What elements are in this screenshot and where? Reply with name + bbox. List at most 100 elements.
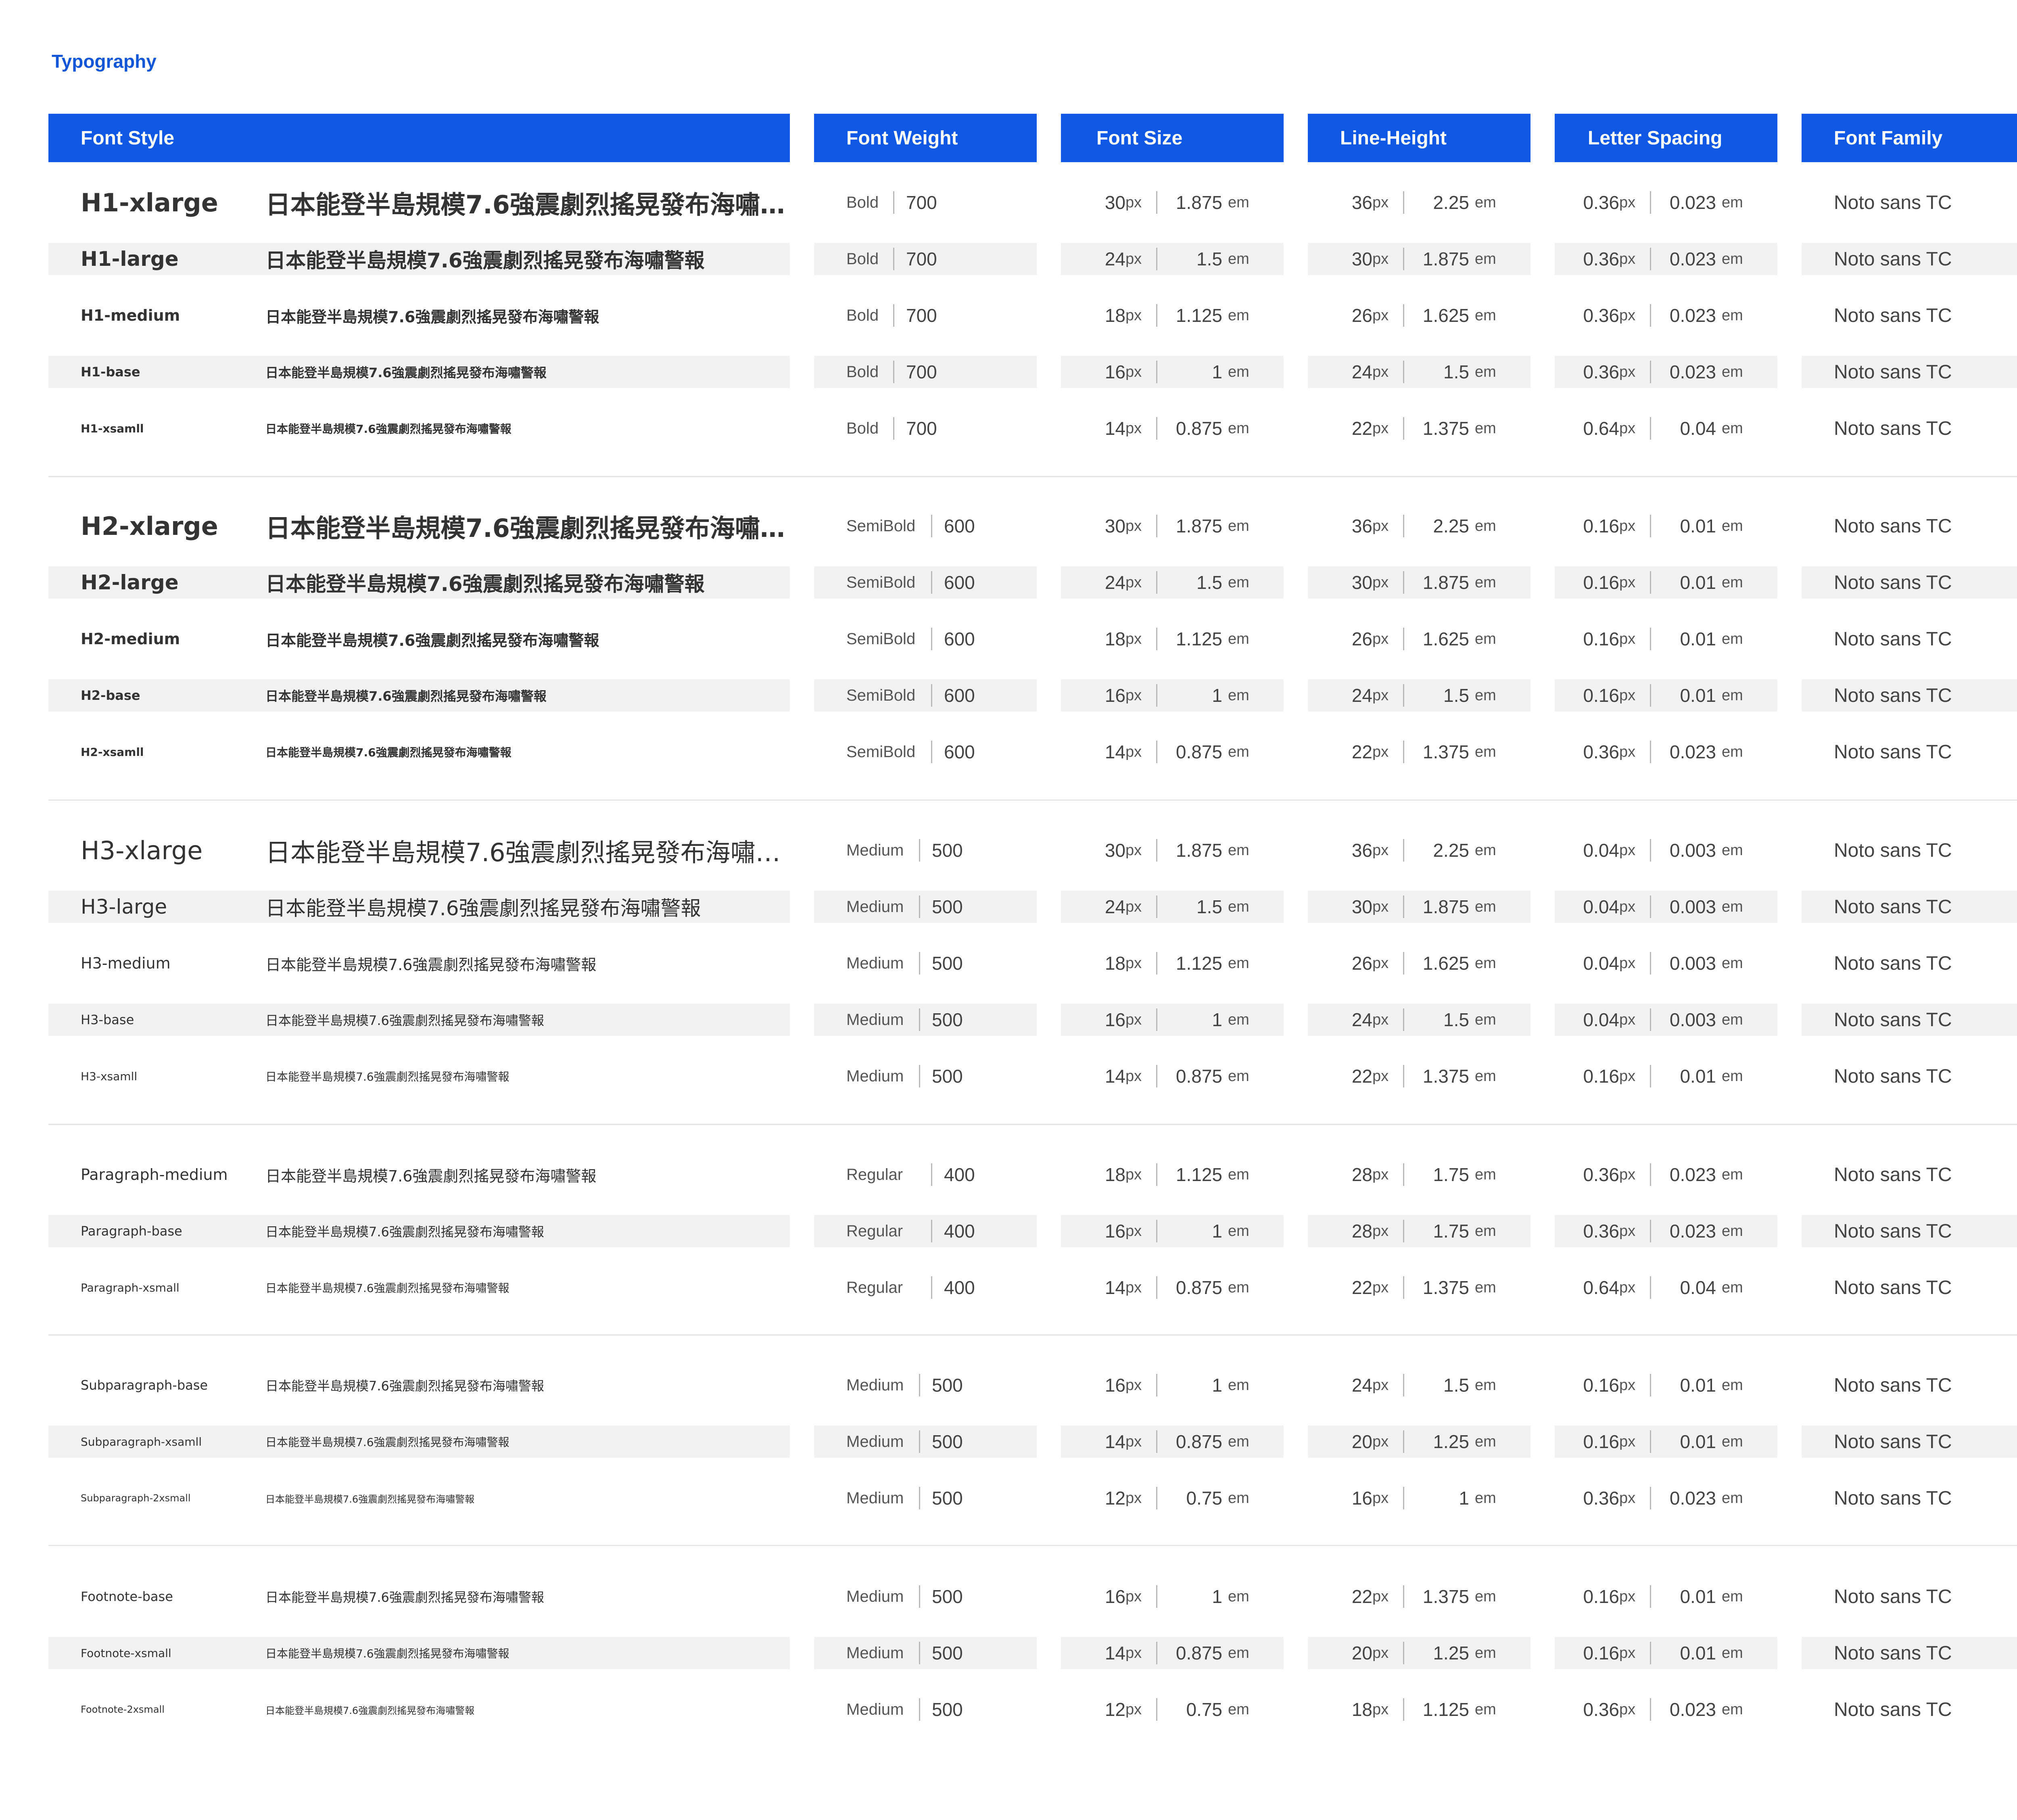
font-weight-cell: Medium 500 xyxy=(814,891,1037,923)
style-sample-text: 日本能登半島規模7.6強震劇烈搖晃發布海嘯警報 xyxy=(265,365,547,380)
font-style-cell: Subparagraph-xsamll 日本能登半島規模7.6強震劇烈搖晃發布海嘯… xyxy=(48,1426,790,1458)
font-size-cell-px-unit: px xyxy=(1125,194,1142,211)
font-size-cell-separator xyxy=(1156,1487,1157,1509)
line-height-cell-em-unit: em xyxy=(1475,743,1496,760)
line-height-cell-separator xyxy=(1403,1008,1404,1031)
letter-spacing-cell: 0.36 px 0.023 em xyxy=(1555,736,1777,768)
font-family-cell: Noto sans TC xyxy=(1802,1693,2017,1726)
font-weight-cell: Medium 500 xyxy=(814,1637,1037,1669)
line-height-cell-px-unit: px xyxy=(1372,1222,1389,1240)
font-family-cell: Noto sans TC xyxy=(1802,243,2017,275)
font-size-cell-em-unit: em xyxy=(1228,743,1249,760)
font-size-cell-em-unit: em xyxy=(1228,307,1249,324)
weight-separator xyxy=(893,248,894,270)
letter-spacing-cell: 0.16 px 0.01 em xyxy=(1555,1580,1777,1613)
line-height-cell-em-value: 1.875 xyxy=(1422,896,1469,917)
line-height-cell-em-value: 1.5 xyxy=(1443,361,1469,382)
line-height-cell-px-value: 30 xyxy=(1351,896,1372,917)
style-sample-text: 日本能登半島規模7.6強震劇烈搖晃發布海嘯警報 xyxy=(265,956,597,974)
font-size-cell-px-unit: px xyxy=(1125,1011,1142,1028)
weight-separator xyxy=(919,1430,920,1453)
line-height-cell-em-unit: em xyxy=(1475,307,1496,324)
font-size-cell-em-unit: em xyxy=(1228,1489,1249,1507)
letter-spacing-cell-separator xyxy=(1650,515,1651,537)
group-divider xyxy=(48,1334,2017,1336)
font-size-cell-px-unit: px xyxy=(1125,898,1142,915)
line-height-cell-px-value: 28 xyxy=(1351,1221,1372,1242)
font-size-cell: 16 px 1 em xyxy=(1061,1580,1284,1613)
letter-spacing-cell-em-value: 0.023 xyxy=(1669,741,1716,762)
font-size-cell: 16 px 1 em xyxy=(1061,1004,1284,1036)
line-height-cell-px-unit: px xyxy=(1372,630,1389,647)
font-size-cell-em-unit: em xyxy=(1228,898,1249,915)
style-name: H2-xlarge xyxy=(81,511,218,541)
font-size-cell-separator xyxy=(1156,839,1157,862)
font-family-value: Noto sans TC xyxy=(1834,248,1952,270)
letter-spacing-cell-px-unit: px xyxy=(1619,1376,1636,1394)
weight-separator xyxy=(919,1698,920,1721)
font-family-cell: Noto sans TC xyxy=(1802,1215,2017,1247)
line-height-cell-px-unit: px xyxy=(1372,1644,1389,1661)
style-name: H1-base xyxy=(81,364,140,380)
font-size-cell-px-value: 14 xyxy=(1105,741,1125,762)
letter-spacing-cell-em-value: 0.003 xyxy=(1669,896,1716,917)
font-family-value: Noto sans TC xyxy=(1834,1374,1952,1396)
font-weight-cell: Regular 400 xyxy=(814,1215,1037,1247)
style-sample-text: 日本能登半島規模7.6強震劇烈搖晃發布海嘯警報 xyxy=(265,190,786,219)
line-height-cell-em-unit: em xyxy=(1475,687,1496,704)
line-height-cell: 18 px 1.125 em xyxy=(1308,1693,1530,1726)
weight-label: Medium xyxy=(846,897,904,916)
letter-spacing-cell-em-value: 0.01 xyxy=(1680,1586,1716,1607)
line-height-cell-separator xyxy=(1403,1487,1404,1509)
letter-spacing-cell: 0.16 px 0.01 em xyxy=(1555,1426,1777,1458)
table-row: H1-large 日本能登半島規模7.6強震劇烈搖晃發布海嘯警報 Bold 700 24… xyxy=(0,243,2017,275)
table-row: H2-xsamll 日本能登半島規模7.6強震劇烈搖晃發布海嘯警報 SemiBold… xyxy=(0,736,2017,768)
font-size-cell-em-unit: em xyxy=(1228,194,1249,211)
line-height-cell-px-value: 30 xyxy=(1351,248,1372,269)
letter-spacing-cell: 0.16 px 0.01 em xyxy=(1555,566,1777,599)
font-size-cell-separator xyxy=(1156,248,1157,270)
font-family-value: Noto sans TC xyxy=(1834,1699,1952,1720)
font-size-cell-em-value: 1.5 xyxy=(1196,248,1222,269)
font-family-value: Noto sans TC xyxy=(1834,1277,1952,1298)
font-size-cell-separator xyxy=(1156,515,1157,537)
font-size-cell-px-value: 16 xyxy=(1105,1375,1125,1396)
letter-spacing-cell: 0.36 px 0.023 em xyxy=(1555,1693,1777,1726)
font-size-cell: 16 px 1 em xyxy=(1061,356,1284,388)
weight-separator xyxy=(919,839,920,862)
letter-spacing-cell-separator xyxy=(1650,1276,1651,1299)
font-size-cell-separator xyxy=(1156,571,1157,594)
font-size-cell-em-unit: em xyxy=(1228,1588,1249,1605)
letter-spacing-cell-separator xyxy=(1650,248,1651,270)
line-height-cell-em-value: 1.375 xyxy=(1422,418,1469,439)
font-size-cell-em-value: 0.875 xyxy=(1176,1066,1222,1087)
line-height-cell-em-value: 1 xyxy=(1459,1488,1469,1509)
letter-spacing-cell-px-value: 0.16 xyxy=(1583,572,1619,593)
letter-spacing-cell-separator xyxy=(1650,952,1651,975)
line-height-cell-px-unit: px xyxy=(1372,250,1389,267)
font-size-cell-em-value: 1.875 xyxy=(1176,840,1222,861)
font-size-cell-px-value: 18 xyxy=(1105,953,1125,974)
table-row: H2-xlarge 日本能登半島規模7.6強震劇烈搖晃發布海嘯警報 SemiBold… xyxy=(0,510,2017,543)
weight-label: Bold xyxy=(846,250,879,268)
weight-label: Medium xyxy=(846,1432,904,1451)
letter-spacing-cell-px-value: 0.36 xyxy=(1583,1699,1619,1720)
font-size-cell-em-value: 1.125 xyxy=(1176,628,1222,649)
line-height-cell-px-unit: px xyxy=(1372,1376,1389,1394)
weight-label: SemiBold xyxy=(846,630,916,648)
line-height-cell-em-unit: em xyxy=(1475,630,1496,647)
line-height-cell-separator xyxy=(1403,1430,1404,1453)
font-size-cell-em-unit: em xyxy=(1228,250,1249,267)
table-row: H2-large 日本能登半島規模7.6強震劇烈搖晃發布海嘯警報 SemiBold 6… xyxy=(0,566,2017,599)
weight-label: Medium xyxy=(846,1700,904,1718)
line-height-cell-em-value: 1.25 xyxy=(1433,1431,1469,1452)
font-size-cell-separator xyxy=(1156,1008,1157,1031)
weight-separator xyxy=(919,1008,920,1031)
line-height-cell-em-unit: em xyxy=(1475,954,1496,972)
font-size-cell-separator xyxy=(1156,952,1157,975)
font-size-cell: 16 px 1 em xyxy=(1061,1215,1284,1247)
font-weight-cell: Medium 500 xyxy=(814,947,1037,979)
letter-spacing-cell-separator xyxy=(1650,741,1651,763)
font-size-cell-px-value: 24 xyxy=(1105,572,1125,593)
letter-spacing-cell-px-unit: px xyxy=(1619,1433,1636,1450)
